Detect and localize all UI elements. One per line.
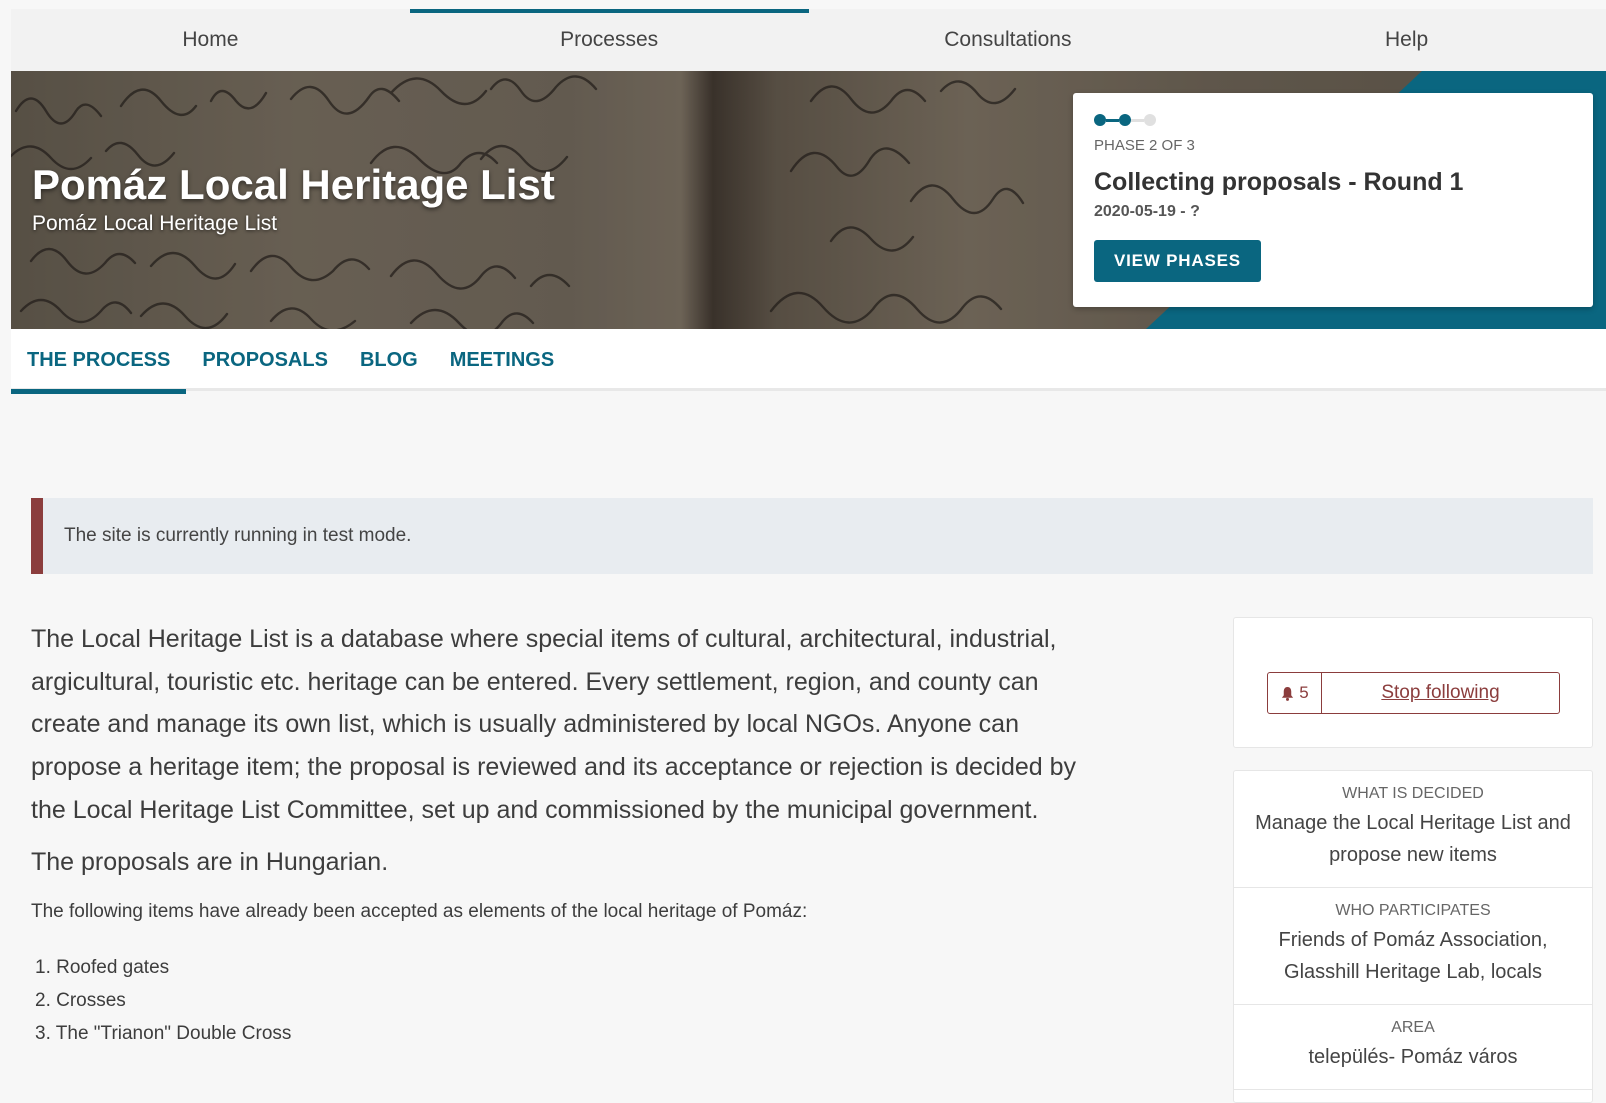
nav-processes[interactable]: Processes xyxy=(409,9,809,71)
tab-proposals[interactable]: PROPOSALS xyxy=(186,329,344,391)
who-participates-section: WHO PARTICIPATES Friends of Pomáz Associ… xyxy=(1234,888,1592,1005)
area-value: település- Pomáz város xyxy=(1308,1046,1518,1068)
test-mode-callout: The site is currently running in test mo… xyxy=(31,498,1593,574)
phase-dates: 2020-05-19 - ? xyxy=(1094,203,1200,220)
description-main-paragraph: The Local Heritage List is a database wh… xyxy=(31,625,1077,824)
follower-count-value: 5 xyxy=(1299,683,1309,702)
list-item: 3. The "Trianon" Double Cross xyxy=(35,1022,292,1044)
follower-count: 5 xyxy=(1268,673,1322,713)
tab-blog[interactable]: BLOG xyxy=(344,329,434,391)
process-description: The Local Heritage List is a database wh… xyxy=(31,618,1091,1050)
what-is-decided-section: WHAT IS DECIDED Manage the Local Heritag… xyxy=(1234,771,1592,888)
nav-home[interactable]: Home xyxy=(11,9,410,71)
phase-connector-2 xyxy=(1131,118,1144,122)
process-subtitle: Pomáz Local Heritage List xyxy=(32,212,278,235)
who-participates-value: Friends of Pomáz Association, Glasshill … xyxy=(1278,929,1548,983)
tab-meetings[interactable]: MEETINGS xyxy=(434,329,570,391)
process-tabs: THE PROCESS PROPOSALS BLOG MEETINGS xyxy=(11,329,1606,394)
process-title: Pomáz Local Heritage List xyxy=(32,161,555,208)
view-phases-button[interactable]: VIEW PHASES xyxy=(1094,240,1261,282)
nav-consultations[interactable]: Consultations xyxy=(809,9,1208,71)
who-participates-label: WHO PARTICIPATES xyxy=(1335,902,1491,919)
what-is-decided-value: Manage the Local Heritage List and propo… xyxy=(1255,812,1571,866)
description-language-note: The proposals are in Hungarian. xyxy=(31,847,389,876)
list-item: 2. Crosses xyxy=(35,989,126,1011)
stop-following-label: Stop following xyxy=(1381,682,1500,703)
phase-dot-3 xyxy=(1144,114,1156,126)
phase-title: Collecting proposals - Round 1 xyxy=(1094,168,1464,196)
callout-text: The site is currently running in test mo… xyxy=(64,525,412,546)
phase-dot-1 xyxy=(1094,114,1106,126)
nav-help[interactable]: Help xyxy=(1207,9,1606,71)
bell-icon xyxy=(1282,686,1294,701)
tab-the-process[interactable]: THE PROCESS xyxy=(11,329,187,394)
phase-connector-1 xyxy=(1106,118,1119,122)
phase-progress-indicator xyxy=(1094,113,1572,127)
process-metadata-card: WHAT IS DECIDED Manage the Local Heritag… xyxy=(1233,770,1593,1103)
list-item: 1. Roofed gates xyxy=(35,956,170,978)
phase-card: PHASE 2 OF 3 Collecting proposals - Roun… xyxy=(1073,93,1593,307)
phase-dot-2 xyxy=(1119,114,1131,126)
main-navigation: Home Processes Consultations Help xyxy=(11,9,1606,71)
area-section: AREA település- Pomáz város xyxy=(1234,1005,1592,1090)
phase-label: PHASE 2 OF 3 xyxy=(1094,137,1195,154)
follow-card: 5 Stop following xyxy=(1233,617,1593,748)
area-label: AREA xyxy=(1391,1019,1435,1036)
what-is-decided-label: WHAT IS DECIDED xyxy=(1342,785,1484,802)
stop-following-button[interactable]: 5 Stop following xyxy=(1267,672,1560,714)
accepted-items-list: 1. Roofed gates 2. Crosses 3. The "Trian… xyxy=(31,951,1091,1050)
description-accepted-intro: The following items have already been ac… xyxy=(31,900,808,922)
